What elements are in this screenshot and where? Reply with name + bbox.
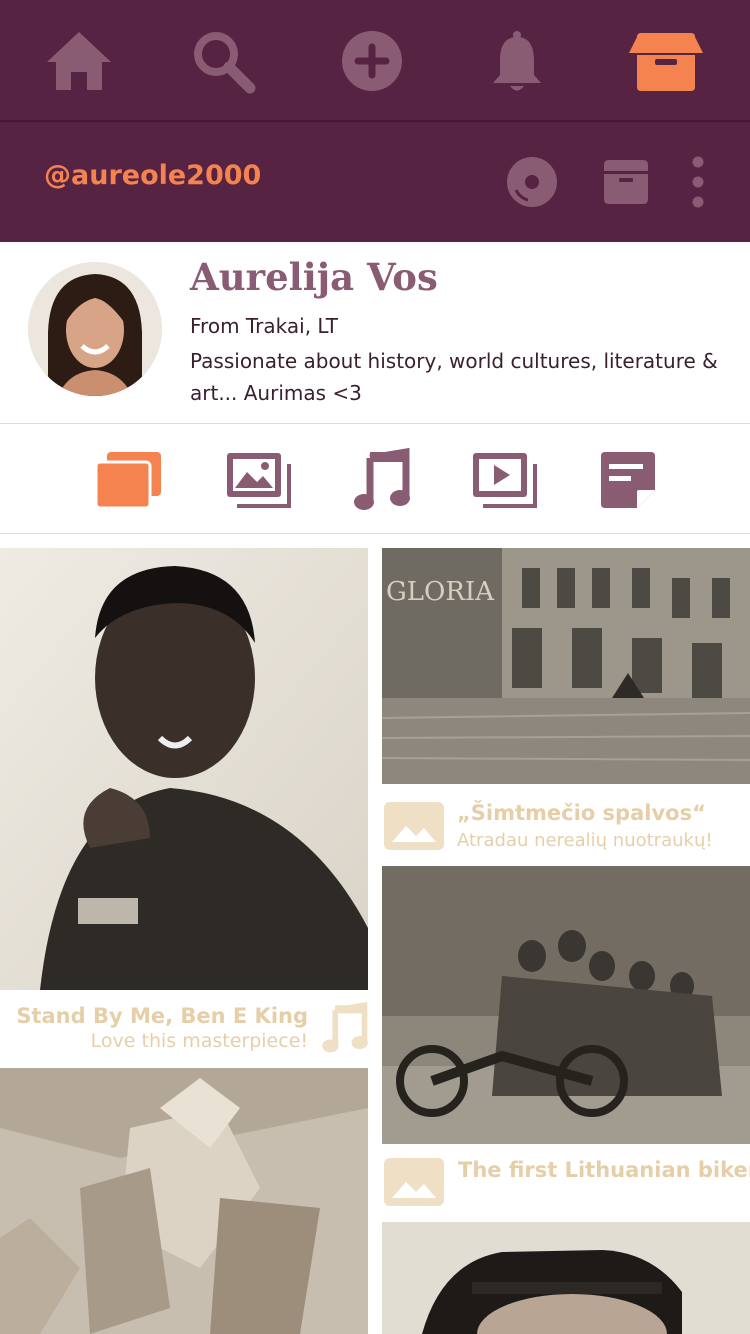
feed-artwork-card-image[interactable]	[0, 1068, 368, 1334]
plus-circle-icon	[342, 31, 402, 91]
stack-icon	[94, 452, 161, 510]
music-card-title: Stand By Me, Ben E King	[16, 1004, 308, 1028]
nav-notifications-button[interactable]	[480, 24, 554, 98]
music-note-icon	[354, 448, 410, 510]
tab-notes[interactable]	[592, 444, 664, 516]
music-card-subtitle: Love this masterpiece!	[90, 1030, 308, 1052]
tab-all[interactable]	[92, 444, 164, 516]
hat-man-photo	[382, 1222, 750, 1334]
top-navigation	[0, 0, 750, 122]
tab-videos[interactable]	[468, 444, 540, 516]
image-icon	[392, 1182, 436, 1198]
feed-music-card-image[interactable]	[0, 548, 368, 990]
nav-collection-button[interactable]	[625, 24, 707, 98]
video-icon	[473, 453, 537, 508]
image-icon	[392, 826, 436, 842]
feed-image-card-1[interactable]: GLORIA	[382, 548, 750, 784]
image-card-1-subtitle: Atradau nerealių nuotraukų!	[457, 830, 713, 851]
gloria-sign: GLORIA	[386, 577, 495, 607]
more-options-button[interactable]	[668, 152, 728, 212]
note-icon	[601, 452, 655, 508]
flooded-street-photo: GLORIA	[382, 548, 750, 784]
music-card-icon	[320, 1001, 370, 1058]
image-card-2-icon	[384, 1158, 444, 1206]
image-card-2-title: The first Lithuanian bikers	[458, 1158, 750, 1182]
image-card-1-title: „Šimtmečio spalvos“	[457, 801, 706, 825]
search-icon	[194, 32, 256, 94]
avatar-portrait	[28, 262, 162, 396]
portrait-photo	[0, 548, 368, 990]
tab-music[interactable]	[346, 444, 418, 516]
tab-images[interactable]	[222, 444, 294, 516]
feed-image-card-2[interactable]	[382, 866, 750, 1144]
nav-search-button[interactable]	[186, 24, 260, 98]
nav-home-button[interactable]	[42, 24, 116, 98]
username-handle[interactable]: @aureole2000	[44, 160, 261, 191]
more-vertical-icon	[692, 156, 704, 208]
cubist-painting	[0, 1068, 368, 1334]
disc-button[interactable]	[502, 152, 562, 212]
bell-icon	[493, 31, 541, 91]
music-note-icon	[322, 1001, 368, 1053]
home-icon	[47, 32, 111, 90]
nav-add-button[interactable]	[335, 24, 409, 98]
archive-icon	[604, 160, 648, 204]
disc-icon	[507, 157, 557, 207]
images-icon	[227, 453, 291, 508]
bikers-photo	[382, 866, 750, 1144]
feed-image-card-3[interactable]	[382, 1222, 750, 1334]
profile-location: From Trakai, LT	[190, 314, 339, 338]
profile-name: Aurelija Vos	[190, 255, 438, 299]
profile-card: Aurelija Vos From Trakai, LT Passionate …	[0, 242, 750, 424]
avatar[interactable]	[28, 262, 162, 396]
archive-box-icon	[629, 33, 703, 91]
archive-button[interactable]	[596, 152, 656, 212]
image-card-1-icon	[384, 802, 444, 850]
content-filter-tabs	[0, 424, 750, 534]
profile-bio: Passionate about history, world cultures…	[190, 349, 718, 405]
